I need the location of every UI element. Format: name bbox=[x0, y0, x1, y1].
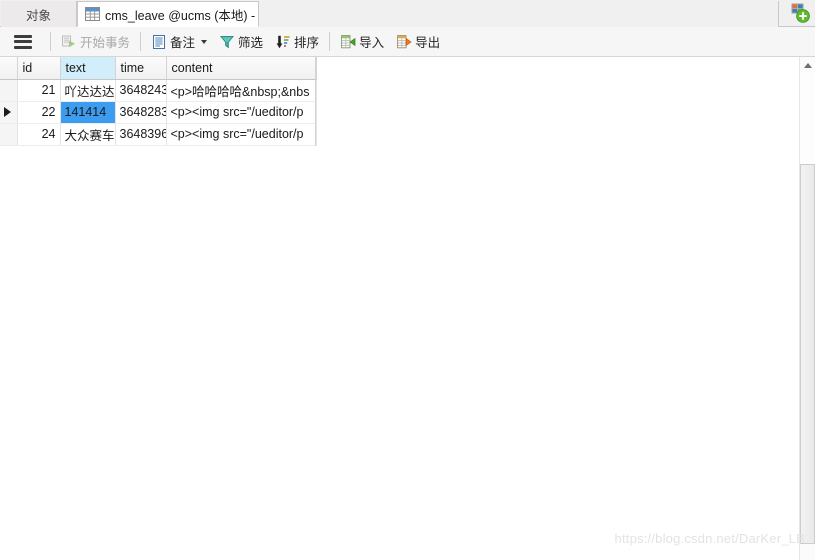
tab-empty-area bbox=[259, 1, 779, 27]
begin-transaction-button[interactable]: 开始事务 bbox=[56, 31, 135, 53]
grid-header-row: id text time content bbox=[0, 57, 317, 80]
filter-label: 筛选 bbox=[238, 36, 264, 50]
toolbar-separator bbox=[50, 32, 51, 51]
tab-object-label: 对象 bbox=[25, 8, 51, 23]
table-grid-icon bbox=[85, 7, 100, 21]
row-indicator-current[interactable] bbox=[0, 101, 18, 124]
grid-right-edge bbox=[315, 57, 316, 146]
export-label: 导出 bbox=[415, 36, 441, 50]
scrollbar-thumb[interactable] bbox=[800, 164, 815, 544]
tab-object[interactable]: 对象 bbox=[1, 1, 77, 27]
cell-content[interactable]: <p><img src="/ueditor/p bbox=[166, 123, 317, 146]
import-label: 导入 bbox=[359, 36, 385, 50]
cell-id[interactable]: 21 bbox=[17, 79, 61, 102]
tab-cms-leave-label: cms_leave @ucms (本地) - 表 bbox=[105, 8, 272, 23]
column-header-text[interactable]: text bbox=[60, 57, 116, 80]
toolbar-separator bbox=[329, 32, 331, 51]
note-icon bbox=[151, 34, 167, 50]
cell-content[interactable]: <p>哈哈哈哈&nbsp;&nbs bbox=[166, 79, 317, 102]
new-tab-button[interactable] bbox=[789, 2, 811, 24]
data-grid-area: id text time content 21 吖达达达 36482433 <p… bbox=[0, 57, 815, 560]
cell-time[interactable]: 36482433 bbox=[115, 79, 167, 102]
tab-bar: 对象 cms_leave @ucms (本地) - 表 bbox=[0, 0, 815, 27]
main-toolbar: 开始事务 备注 筛选 排序 导入 导出 bbox=[0, 27, 815, 57]
cell-text[interactable]: 大众赛车 bbox=[60, 123, 116, 146]
cell-content[interactable]: <p><img src="/ueditor/p bbox=[166, 101, 317, 124]
column-header-content[interactable]: content bbox=[166, 57, 317, 80]
toolbar-separator bbox=[140, 32, 142, 51]
cell-time[interactable]: 36482838 bbox=[115, 101, 167, 124]
cell-time[interactable]: 36483968 bbox=[115, 123, 167, 146]
note-label: 备注 bbox=[170, 36, 196, 50]
table-row[interactable]: 22 141414 36482838 <p><img src="/ueditor… bbox=[0, 101, 317, 124]
table-row[interactable]: 24 大众赛车 36483968 <p><img src="/ueditor/p bbox=[0, 123, 317, 146]
current-row-arrow-icon bbox=[4, 107, 11, 117]
vertical-scrollbar[interactable] bbox=[799, 57, 815, 560]
filter-funnel-icon bbox=[219, 34, 235, 50]
tab-cms-leave-table[interactable]: cms_leave @ucms (本地) - 表 bbox=[77, 1, 271, 27]
sort-label: 排序 bbox=[294, 36, 320, 50]
chevron-up-icon bbox=[803, 62, 812, 68]
row-indicator[interactable] bbox=[0, 123, 18, 146]
cell-id[interactable]: 22 bbox=[17, 101, 61, 124]
export-icon bbox=[396, 34, 412, 50]
sort-button[interactable]: 排序 bbox=[270, 31, 324, 53]
cell-text[interactable]: 吖达达达 bbox=[60, 79, 116, 102]
note-button[interactable]: 备注 bbox=[146, 31, 212, 53]
export-button[interactable]: 导出 bbox=[391, 31, 445, 53]
transaction-icon bbox=[61, 34, 77, 50]
scrollbar-track[interactable] bbox=[800, 73, 815, 164]
row-indicator[interactable] bbox=[0, 79, 18, 102]
table-row[interactable]: 21 吖达达达 36482433 <p>哈哈哈哈&nbsp;&nbs bbox=[0, 79, 317, 102]
watermark-text: https://blog.csdn.net/DarKer_LB bbox=[614, 531, 805, 546]
import-icon bbox=[340, 34, 356, 50]
cell-text-selected[interactable]: 141414 bbox=[60, 101, 116, 124]
column-header-time[interactable]: time bbox=[115, 57, 167, 80]
sort-descending-icon bbox=[275, 34, 291, 50]
import-button[interactable]: 导入 bbox=[335, 31, 389, 53]
data-grid: id text time content 21 吖达达达 36482433 <p… bbox=[0, 57, 317, 146]
begin-transaction-label: 开始事务 bbox=[80, 36, 131, 50]
filter-button[interactable]: 筛选 bbox=[214, 31, 268, 53]
menu-icon[interactable] bbox=[14, 34, 32, 49]
column-header-id[interactable]: id bbox=[17, 57, 61, 80]
scroll-up-button[interactable] bbox=[800, 57, 815, 73]
row-header-corner[interactable] bbox=[0, 57, 18, 80]
cell-id[interactable]: 24 bbox=[17, 123, 61, 146]
chevron-down-icon[interactable] bbox=[201, 39, 208, 44]
